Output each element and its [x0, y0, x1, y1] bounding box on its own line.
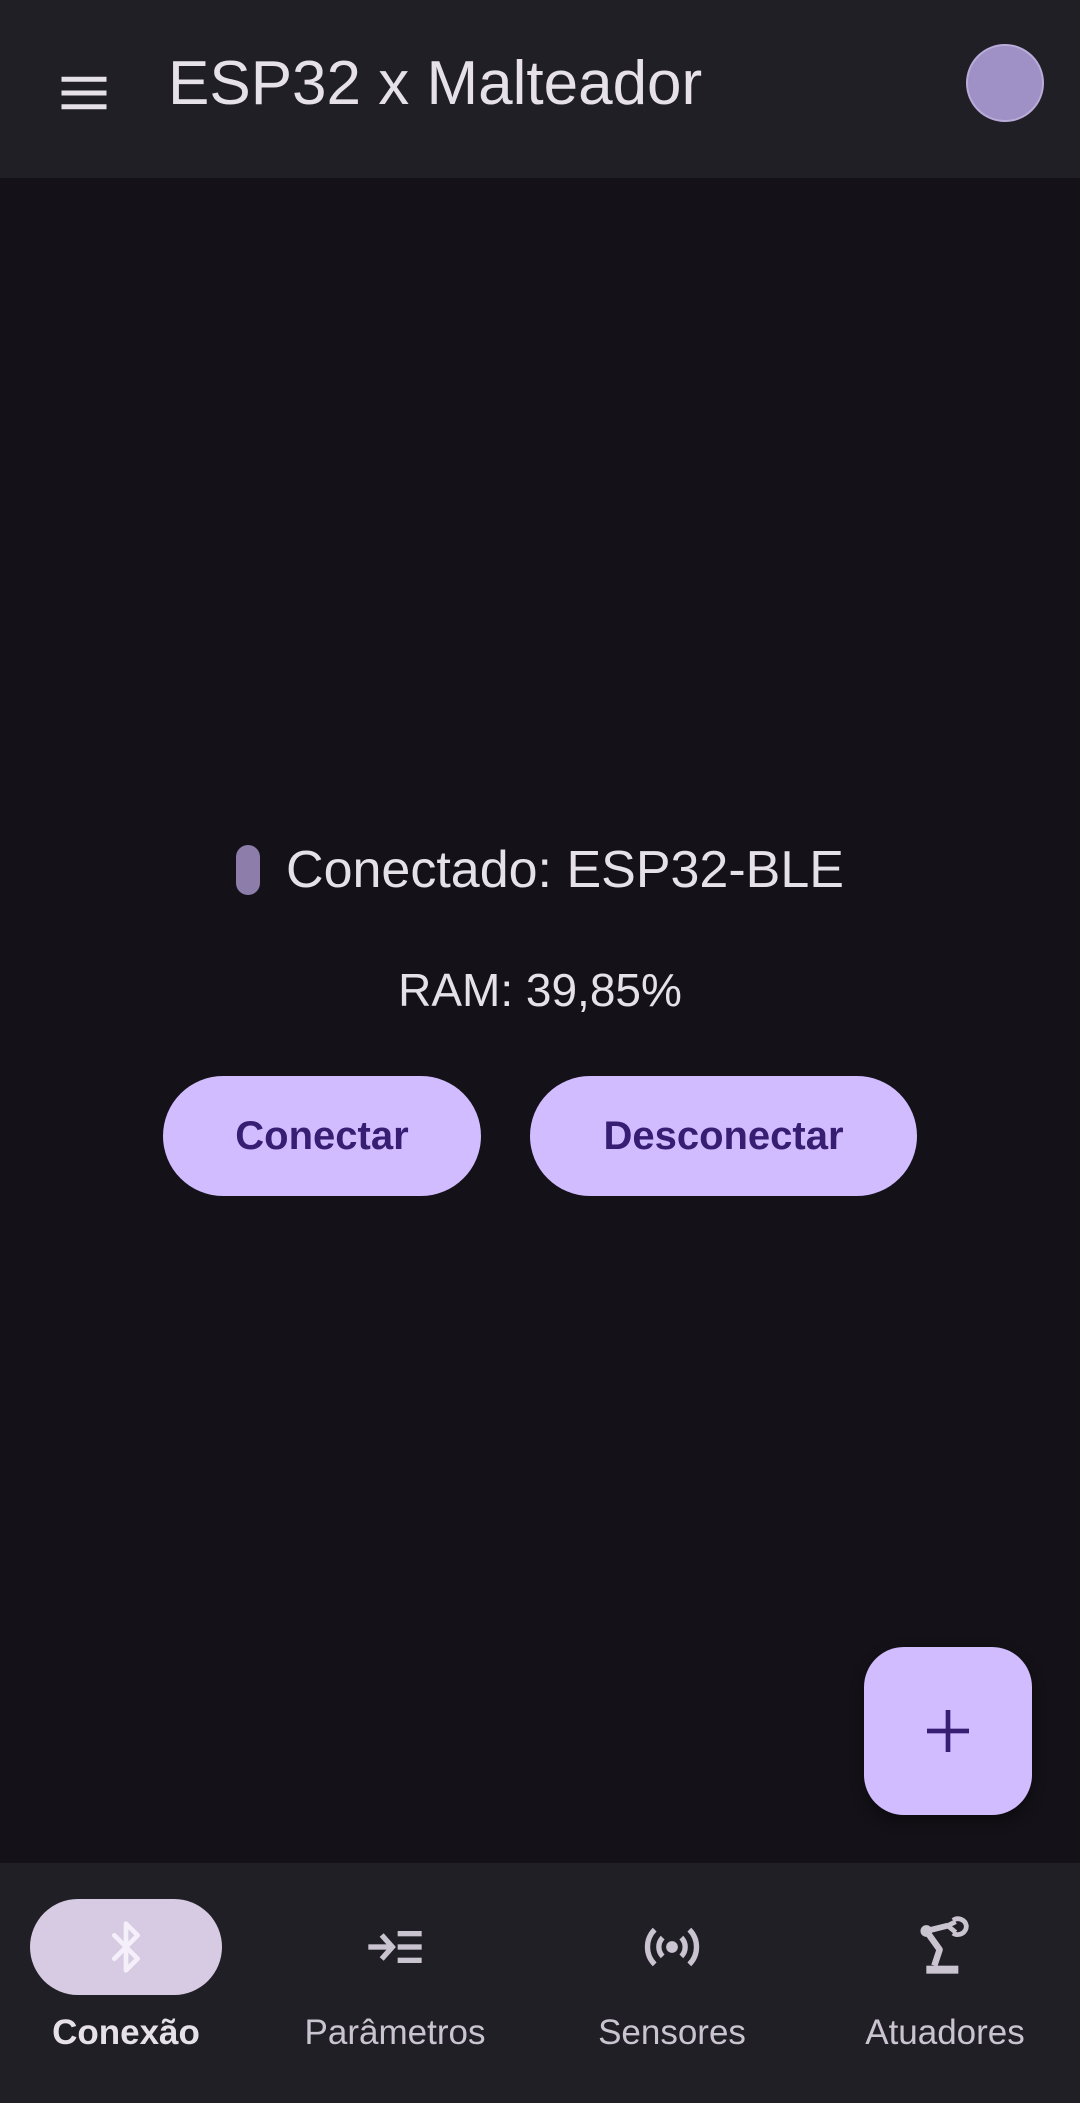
app-title: ESP32 x Malteador — [168, 49, 703, 118]
app-screen: ESP32 x Malteador Conectado: ESP32-BLE R… — [0, 0, 1080, 2103]
connection-status: Conectado: ESP32-BLE — [0, 834, 1080, 906]
nav-label-conexao: Conexão — [52, 2013, 200, 2052]
nav-label-atuadores: Atuadores — [865, 2013, 1025, 2052]
nav-label-parametros: Parâmetros — [304, 2013, 486, 2052]
sensors-icon — [644, 1927, 700, 1967]
status-indicator — [236, 845, 261, 895]
ram-usage-text: RAM: 39,85% — [398, 964, 682, 1016]
nav-label-sensores: Sensores — [598, 2013, 746, 2052]
menu-icon — [61, 76, 107, 110]
nav-item-atuadores[interactable]: Atuadores — [818, 1863, 1080, 2103]
nav-item-conexao[interactable]: Conexão — [0, 1863, 270, 2103]
add-icon — [927, 1710, 969, 1752]
nav-item-sensores[interactable]: Sensores — [543, 1863, 813, 2103]
menu-button[interactable] — [40, 49, 128, 137]
top-app-bar: ESP32 x Malteador — [0, 0, 1080, 178]
add-fab-button[interactable] — [864, 1647, 1032, 1815]
robot-arm-icon — [920, 1916, 969, 1974]
avatar[interactable] — [966, 44, 1044, 122]
active-nav-indicator — [30, 1899, 222, 1995]
bluetooth-icon — [112, 1921, 141, 1973]
bottom-navigation: Conexão Parâmetros Sensores Atuadores — [0, 1863, 1080, 2103]
nav-item-parametros[interactable]: Parâmetros — [266, 1863, 536, 2103]
connect-button[interactable]: Conectar — [163, 1076, 481, 1196]
connection-status-text: Conectado: ESP32-BLE — [286, 841, 844, 899]
disconnect-button[interactable]: Desconectar — [530, 1076, 917, 1196]
input-list-icon — [368, 1931, 422, 1963]
